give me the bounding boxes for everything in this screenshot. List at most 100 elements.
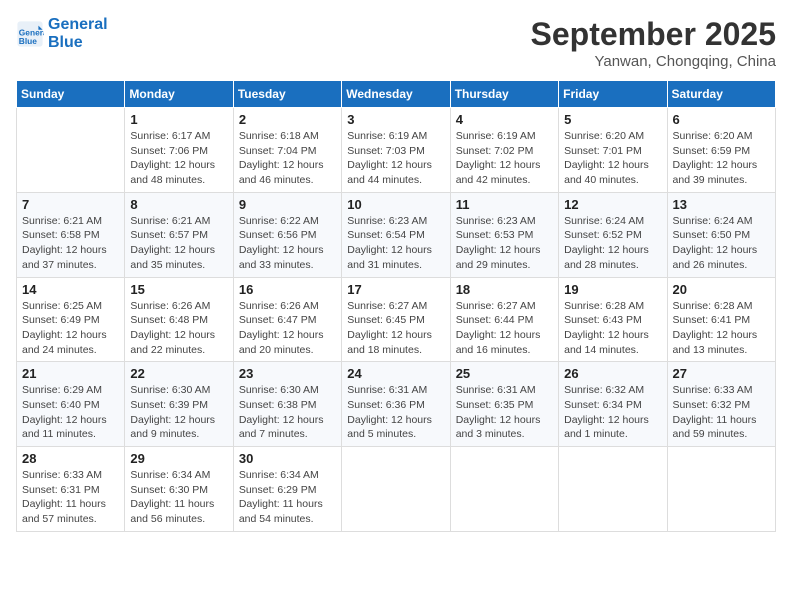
calendar-week-row: 7Sunrise: 6:21 AMSunset: 6:58 PMDaylight…: [17, 192, 776, 277]
weekday-header-cell: Thursday: [450, 81, 558, 108]
calendar-day-cell: 26 Sunrise: 6:32 AMSunset: 6:34 PMDayligh…: [559, 362, 667, 447]
day-info: Sunrise: 6:26 AMSunset: 6:47 PMDaylight:…: [239, 299, 336, 358]
calendar-day-cell: [17, 108, 125, 193]
day-number: 17: [347, 282, 444, 297]
calendar-day-cell: 19 Sunrise: 6:28 AMSunset: 6:43 PMDayligh…: [559, 277, 667, 362]
calendar-day-cell: 24 Sunrise: 6:31 AMSunset: 6:36 PMDayligh…: [342, 362, 450, 447]
day-info: Sunrise: 6:28 AMSunset: 6:43 PMDaylight:…: [564, 299, 661, 358]
weekday-header-cell: Sunday: [17, 81, 125, 108]
logo-icon: General Blue: [16, 20, 44, 48]
day-number: 5: [564, 112, 661, 127]
calendar-day-cell: 2 Sunrise: 6:18 AMSunset: 7:04 PMDaylight…: [233, 108, 341, 193]
day-info: Sunrise: 6:19 AMSunset: 7:03 PMDaylight:…: [347, 129, 444, 188]
day-info: Sunrise: 6:18 AMSunset: 7:04 PMDaylight:…: [239, 129, 336, 188]
calendar-day-cell: 11 Sunrise: 6:23 AMSunset: 6:53 PMDayligh…: [450, 192, 558, 277]
calendar-day-cell: 4 Sunrise: 6:19 AMSunset: 7:02 PMDaylight…: [450, 108, 558, 193]
calendar-day-cell: 5 Sunrise: 6:20 AMSunset: 7:01 PMDaylight…: [559, 108, 667, 193]
calendar-table: SundayMondayTuesdayWednesdayThursdayFrid…: [16, 80, 776, 532]
calendar-day-cell: 14 Sunrise: 6:25 AMSunset: 6:49 PMDayligh…: [17, 277, 125, 362]
day-info: Sunrise: 6:33 AMSunset: 6:32 PMDaylight:…: [673, 383, 770, 442]
day-info: Sunrise: 6:33 AMSunset: 6:31 PMDaylight:…: [22, 468, 119, 527]
day-info: Sunrise: 6:24 AMSunset: 6:50 PMDaylight:…: [673, 214, 770, 273]
day-info: Sunrise: 6:34 AMSunset: 6:29 PMDaylight:…: [239, 468, 336, 527]
day-info: Sunrise: 6:27 AMSunset: 6:45 PMDaylight:…: [347, 299, 444, 358]
calendar-day-cell: 18Sunrise: 6:27 AMSunset: 6:44 PMDayligh…: [450, 277, 558, 362]
weekday-header-cell: Tuesday: [233, 81, 341, 108]
day-number: 9: [239, 197, 336, 212]
page-header: General Blue General Blue September 2025…: [16, 16, 776, 70]
svg-text:Blue: Blue: [19, 36, 37, 46]
calendar-day-cell: 17 Sunrise: 6:27 AMSunset: 6:45 PMDayligh…: [342, 277, 450, 362]
day-number: 30: [239, 451, 336, 466]
day-number: 23: [239, 366, 336, 381]
calendar-day-cell: 7Sunrise: 6:21 AMSunset: 6:58 PMDaylight…: [17, 192, 125, 277]
day-info: Sunrise: 6:20 AMSunset: 6:59 PMDaylight:…: [673, 129, 770, 188]
day-number: 2: [239, 112, 336, 127]
calendar-day-cell: 27 Sunrise: 6:33 AMSunset: 6:32 PMDayligh…: [667, 362, 775, 447]
day-number: 24: [347, 366, 444, 381]
day-info: Sunrise: 6:23 AMSunset: 6:53 PMDaylight:…: [456, 214, 553, 273]
calendar-day-cell: 30 Sunrise: 6:34 AMSunset: 6:29 PMDayligh…: [233, 447, 341, 532]
calendar-day-cell: 22Sunrise: 6:30 AMSunset: 6:39 PMDayligh…: [125, 362, 233, 447]
title-block: September 2025 Yanwan, Chongqing, China: [531, 16, 776, 70]
day-number: 19: [564, 282, 661, 297]
weekday-header-cell: Saturday: [667, 81, 775, 108]
calendar-day-cell: 29Sunrise: 6:34 AMSunset: 6:30 PMDayligh…: [125, 447, 233, 532]
day-number: 11: [456, 197, 553, 212]
logo-text-blue: Blue: [48, 34, 108, 52]
day-number: 10: [347, 197, 444, 212]
logo: General Blue General Blue: [16, 16, 108, 53]
logo-text-general: General: [48, 16, 108, 34]
calendar-week-row: 21 Sunrise: 6:29 AMSunset: 6:40 PMDayligh…: [17, 362, 776, 447]
day-number: 29: [130, 451, 227, 466]
weekday-header-cell: Friday: [559, 81, 667, 108]
calendar-day-cell: 13 Sunrise: 6:24 AMSunset: 6:50 PMDayligh…: [667, 192, 775, 277]
calendar-day-cell: 25 Sunrise: 6:31 AMSunset: 6:35 PMDayligh…: [450, 362, 558, 447]
calendar-day-cell: [342, 447, 450, 532]
calendar-day-cell: 1Sunrise: 6:17 AMSunset: 7:06 PMDaylight…: [125, 108, 233, 193]
day-number: 13: [673, 197, 770, 212]
location-title: Yanwan, Chongqing, China: [531, 53, 776, 70]
day-info: Sunrise: 6:32 AMSunset: 6:34 PMDaylight:…: [564, 383, 661, 442]
day-number: 3: [347, 112, 444, 127]
calendar-week-row: 28 Sunrise: 6:33 AMSunset: 6:31 PMDayligh…: [17, 447, 776, 532]
day-info: Sunrise: 6:29 AMSunset: 6:40 PMDaylight:…: [22, 383, 119, 442]
day-number: 28: [22, 451, 119, 466]
day-number: 7: [22, 197, 119, 212]
day-info: Sunrise: 6:31 AMSunset: 6:35 PMDaylight:…: [456, 383, 553, 442]
calendar-week-row: 14 Sunrise: 6:25 AMSunset: 6:49 PMDayligh…: [17, 277, 776, 362]
calendar-day-cell: 12Sunrise: 6:24 AMSunset: 6:52 PMDayligh…: [559, 192, 667, 277]
day-number: 4: [456, 112, 553, 127]
calendar-week-row: 1Sunrise: 6:17 AMSunset: 7:06 PMDaylight…: [17, 108, 776, 193]
calendar-day-cell: 28 Sunrise: 6:33 AMSunset: 6:31 PMDayligh…: [17, 447, 125, 532]
day-number: 27: [673, 366, 770, 381]
day-number: 14: [22, 282, 119, 297]
day-info: Sunrise: 6:20 AMSunset: 7:01 PMDaylight:…: [564, 129, 661, 188]
day-number: 18: [456, 282, 553, 297]
calendar-day-cell: 23Sunrise: 6:30 AMSunset: 6:38 PMDayligh…: [233, 362, 341, 447]
day-number: 12: [564, 197, 661, 212]
weekday-header-cell: Wednesday: [342, 81, 450, 108]
day-info: Sunrise: 6:26 AMSunset: 6:48 PMDaylight:…: [130, 299, 227, 358]
day-info: Sunrise: 6:25 AMSunset: 6:49 PMDaylight:…: [22, 299, 119, 358]
day-info: Sunrise: 6:31 AMSunset: 6:36 PMDaylight:…: [347, 383, 444, 442]
day-number: 21: [22, 366, 119, 381]
day-info: Sunrise: 6:19 AMSunset: 7:02 PMDaylight:…: [456, 129, 553, 188]
day-info: Sunrise: 6:23 AMSunset: 6:54 PMDaylight:…: [347, 214, 444, 273]
day-info: Sunrise: 6:30 AMSunset: 6:39 PMDaylight:…: [130, 383, 227, 442]
day-info: Sunrise: 6:28 AMSunset: 6:41 PMDaylight:…: [673, 299, 770, 358]
calendar-day-cell: [450, 447, 558, 532]
calendar-day-cell: [559, 447, 667, 532]
day-info: Sunrise: 6:17 AMSunset: 7:06 PMDaylight:…: [130, 129, 227, 188]
weekday-header-cell: Monday: [125, 81, 233, 108]
day-number: 6: [673, 112, 770, 127]
day-number: 15: [130, 282, 227, 297]
calendar-day-cell: 9 Sunrise: 6:22 AMSunset: 6:56 PMDaylight…: [233, 192, 341, 277]
calendar-day-cell: 3 Sunrise: 6:19 AMSunset: 7:03 PMDaylight…: [342, 108, 450, 193]
day-info: Sunrise: 6:22 AMSunset: 6:56 PMDaylight:…: [239, 214, 336, 273]
day-number: 25: [456, 366, 553, 381]
day-number: 26: [564, 366, 661, 381]
day-number: 16: [239, 282, 336, 297]
calendar-day-cell: 10 Sunrise: 6:23 AMSunset: 6:54 PMDayligh…: [342, 192, 450, 277]
day-number: 20: [673, 282, 770, 297]
